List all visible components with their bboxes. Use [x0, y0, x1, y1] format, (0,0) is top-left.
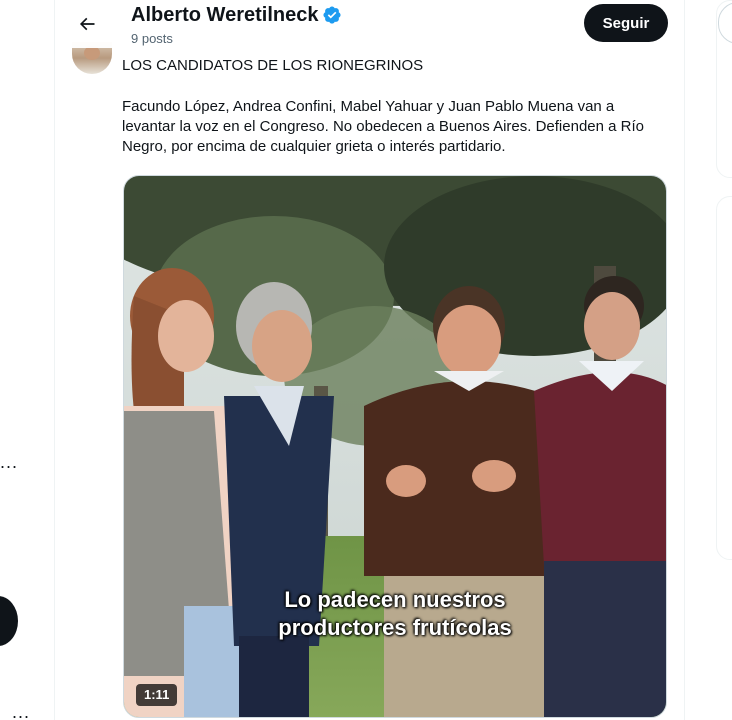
follow-button[interactable]: Seguir — [584, 4, 668, 42]
tweet-text: LOS CANDIDATOS DE LOS RIONEGRINOS Facund… — [122, 56, 670, 157]
posts-count: 9 posts — [131, 31, 173, 46]
sidebar-card — [716, 196, 732, 560]
post-button[interactable] — [0, 596, 18, 646]
video-caption: Lo padecen nuestros productores frutícol… — [124, 586, 666, 642]
video-duration-badge: 1:11 — [136, 684, 178, 706]
account-menu-icon[interactable]: ... — [12, 702, 30, 720]
arrow-left-icon — [79, 17, 95, 31]
more-options-icon[interactable]: ... — [0, 452, 18, 473]
verified-badge-icon — [323, 6, 342, 24]
column-divider — [54, 0, 55, 720]
column-divider — [684, 0, 685, 720]
caption-line: Lo padecen nuestros — [284, 587, 506, 612]
profile-header: Alberto Weretilneck 9 posts Seguir — [55, 0, 684, 48]
caption-line: productores frutícolas — [278, 615, 512, 640]
back-button[interactable] — [69, 6, 105, 42]
tweet-heading: LOS CANDIDATOS DE LOS RIONEGRINOS — [122, 57, 424, 74]
profile-name: Alberto Weretilneck — [131, 4, 319, 26]
tweet-body: Facundo López, Andrea Confini, Mabel Yah… — [122, 98, 644, 155]
video-player[interactable]: Lo padecen nuestros productores frutícol… — [123, 175, 667, 718]
